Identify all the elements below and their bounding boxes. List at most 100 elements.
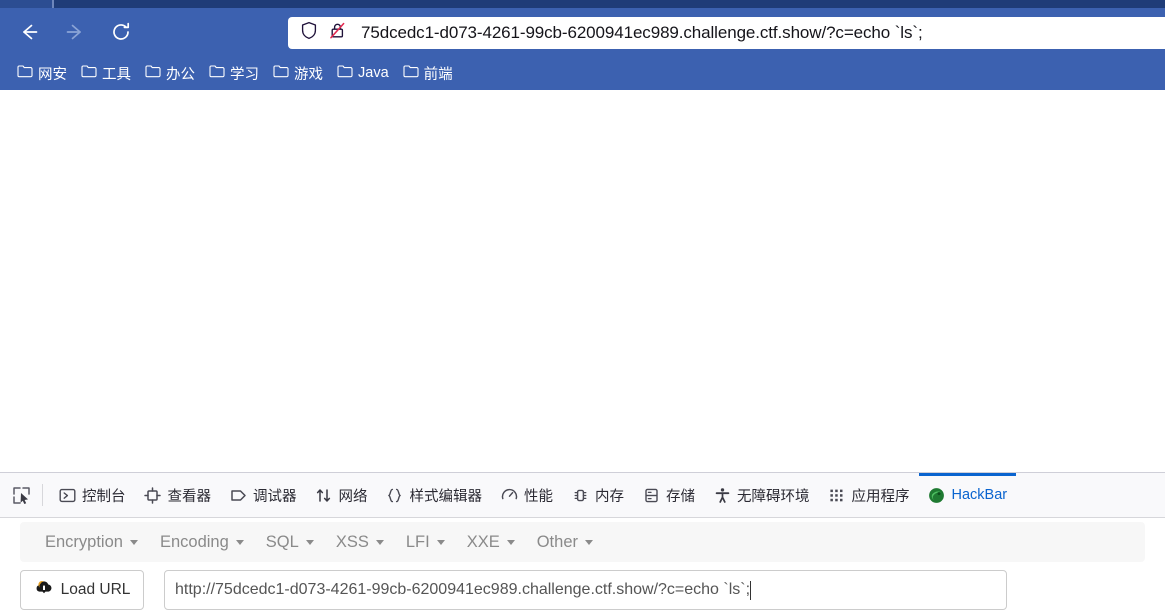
bookmark-label: Java (358, 65, 389, 81)
tab-label: HackBar (951, 487, 1008, 503)
menu-sql[interactable]: SQL (255, 527, 325, 558)
page-content (0, 90, 1165, 472)
network-icon (315, 486, 333, 504)
bookmark-item[interactable]: 工具 (74, 60, 138, 87)
bookmark-item[interactable]: Java (330, 61, 396, 86)
bookmark-label: 学习 (230, 66, 259, 83)
bookmarks-bar: 网安 工具 办公 学习 游戏 Java 前端 (0, 56, 1165, 90)
menu-label: LFI (405, 532, 430, 551)
bookmark-item[interactable]: 学习 (202, 60, 266, 87)
reload-button[interactable] (104, 15, 138, 49)
folder-icon (209, 64, 225, 83)
debugger-icon (229, 486, 247, 504)
tab-debugger[interactable]: 调试器 (220, 473, 306, 517)
memory-icon (571, 486, 589, 504)
nav-buttons (12, 8, 138, 56)
tab-label: 查看器 (167, 488, 212, 505)
hackbar-icon (928, 486, 946, 504)
toolbar-divider (42, 484, 43, 506)
menu-xss[interactable]: XSS (325, 527, 395, 558)
devtools-panel: 控制台 查看器 调试器 网络 样式编辑器 性能 内存 存储 无障碍环境 应用程序… (0, 472, 1165, 610)
tab-label: 存储 (666, 488, 695, 505)
menu-label: Encryption (45, 532, 123, 551)
chevron-down-icon (129, 539, 138, 545)
bookmark-label: 工具 (102, 66, 131, 83)
tab-memory[interactable]: 内存 (562, 473, 633, 517)
shield-icon[interactable] (300, 21, 318, 45)
folder-icon (403, 64, 419, 83)
folder-icon (273, 64, 289, 83)
tab-console[interactable]: 控制台 (49, 473, 135, 517)
chevron-down-icon (585, 539, 593, 545)
reload-icon (113, 22, 130, 40)
tab-label: 调试器 (253, 488, 297, 505)
tab-label: 应用程序 (851, 488, 910, 505)
load-url-button[interactable]: Load URL (20, 570, 144, 610)
tab-storage[interactable]: 存储 (633, 473, 704, 517)
menu-xxe[interactable]: XXE (456, 527, 526, 558)
bookmark-item[interactable]: 游戏 (266, 60, 330, 87)
console-icon (58, 486, 76, 504)
bookmark-item[interactable]: 办公 (138, 60, 202, 87)
menu-encryption[interactable]: Encryption (34, 527, 149, 558)
storage-icon (642, 486, 660, 504)
hackbar-panel: Encryption Encoding SQL XSS LFI XXE Othe… (0, 518, 1165, 610)
menu-label: Encoding (159, 532, 229, 551)
address-bar-url: 75dcedc1-d073-4261-99cb-6200941ec989.cha… (361, 23, 923, 42)
menu-other[interactable]: Other (526, 527, 604, 558)
tab-label: 无障碍环境 (737, 488, 810, 505)
folder-icon (17, 64, 33, 83)
bookmark-item[interactable]: 网安 (10, 60, 74, 87)
menu-label: XXE (466, 532, 500, 551)
forward-button[interactable] (58, 15, 92, 49)
menu-lfi[interactable]: LFI (395, 527, 456, 558)
chevron-down-icon (235, 539, 244, 545)
tab-network[interactable]: 网络 (306, 473, 377, 517)
bookmark-item[interactable]: 前端 (396, 60, 460, 87)
tab-performance[interactable]: 性能 (491, 473, 562, 517)
hackbar-url-row: Load URL http://75dcedc1-d073-4261-99cb-… (20, 570, 1007, 610)
tab-strip-left (0, 0, 52, 8)
menu-label: XSS (335, 532, 369, 551)
browser-window: 75dcedc1-d073-4261-99cb-6200941ec989.cha… (0, 0, 1165, 610)
accessibility-icon (713, 486, 731, 504)
tab-inspector[interactable]: 查看器 (135, 473, 221, 517)
bookmark-label: 前端 (423, 66, 453, 83)
bookmark-label: 游戏 (294, 66, 323, 83)
menu-encoding[interactable]: Encoding (149, 527, 255, 558)
tab-label: 内存 (595, 488, 624, 505)
chevron-down-icon (436, 539, 445, 545)
address-bar[interactable]: 75dcedc1-d073-4261-99cb-6200941ec989.cha… (288, 17, 1165, 49)
hackbar-url-value: http://75dcedc1-d073-4261-99cb-6200941ec… (175, 581, 751, 598)
tab-hackbar[interactable]: HackBar (918, 473, 1017, 517)
load-url-label: Load URL (60, 581, 131, 598)
tab-application[interactable]: 应用程序 (819, 473, 919, 517)
folder-icon (81, 64, 97, 83)
tab-style-editor[interactable]: 样式编辑器 (377, 473, 492, 517)
devtools-toolbar: 控制台 查看器 调试器 网络 样式编辑器 性能 内存 存储 无障碍环境 应用程序… (0, 473, 1165, 518)
chevron-down-icon (305, 539, 314, 545)
tab-label: 样式编辑器 (409, 488, 483, 505)
menu-label: SQL (265, 532, 299, 551)
element-picker-icon[interactable] (6, 480, 36, 510)
forward-arrow-icon (66, 24, 81, 40)
tab-label: 控制台 (82, 488, 126, 505)
chevron-down-icon (506, 539, 515, 545)
tab-accessibility[interactable]: 无障碍环境 (704, 473, 819, 517)
navigation-toolbar: 75dcedc1-d073-4261-99cb-6200941ec989.cha… (0, 8, 1165, 56)
hackbar-menubar: Encryption Encoding SQL XSS LFI XXE Othe… (20, 522, 1145, 562)
menu-label: Other (536, 532, 578, 551)
tab-strip (0, 0, 1165, 8)
text-cursor (750, 580, 752, 600)
folder-icon (337, 64, 353, 83)
cloud-download-icon (34, 579, 54, 601)
bookmark-label: 办公 (166, 66, 195, 83)
tab-separator (52, 0, 54, 8)
broken-lock-icon[interactable] (328, 21, 347, 45)
tab-label: 性能 (524, 488, 553, 505)
hackbar-url-input[interactable]: http://75dcedc1-d073-4261-99cb-6200941ec… (164, 570, 1007, 610)
style-editor-icon (386, 486, 404, 504)
back-button[interactable] (12, 15, 46, 49)
performance-icon (500, 486, 518, 504)
inspector-icon (144, 486, 162, 504)
